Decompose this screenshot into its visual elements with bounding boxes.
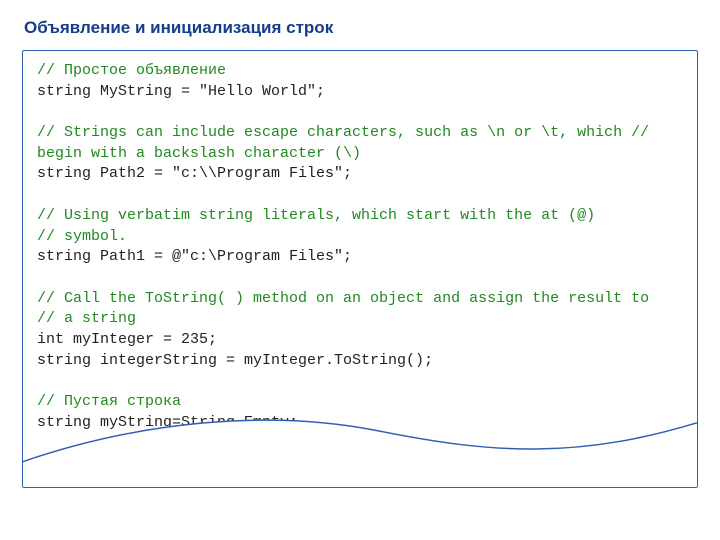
- comment-line: // Strings can include escape characters…: [37, 124, 649, 141]
- comment-line: // a string: [37, 310, 136, 327]
- comment-line: // Пустая строка: [37, 393, 181, 410]
- code-line: string Path2 = "c:\\Program Files";: [37, 165, 352, 182]
- slide: Объявление и инициализация строк // Прос…: [0, 0, 720, 540]
- code-line: string myString=String.Empty;: [37, 414, 298, 431]
- code-line: string Path1 = @"c:\Program Files";: [37, 248, 352, 265]
- comment-line: // Простое объявление: [37, 62, 226, 79]
- code-line: int myInteger = 235;: [37, 331, 217, 348]
- comment-line: // symbol.: [37, 228, 127, 245]
- code-line: string integerString = myInteger.ToStrin…: [37, 352, 433, 369]
- comment-line: begin with a backslash character (\): [37, 145, 361, 162]
- code-box: // Простое объявление string MyString = …: [22, 50, 698, 488]
- code-line: string MyString = "Hello World";: [37, 83, 325, 100]
- comment-line: // Call the ToString( ) method on an obj…: [37, 290, 649, 307]
- comment-line: // Using verbatim string literals, which…: [37, 207, 595, 224]
- slide-title: Объявление и инициализация строк: [24, 18, 698, 38]
